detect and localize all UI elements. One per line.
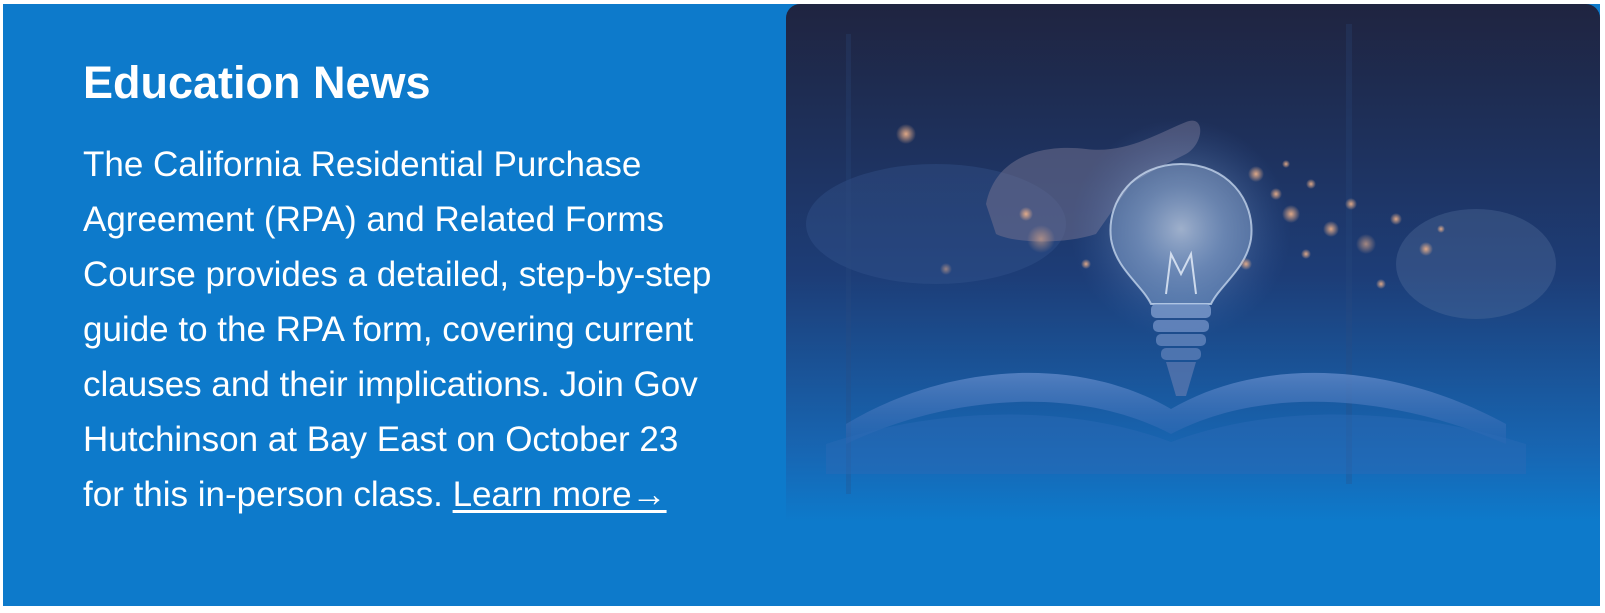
section-title: Education News: [83, 57, 431, 108]
education-news-text: Education News The California Residentia…: [83, 54, 723, 522]
education-news-card: Education News The California Residentia…: [3, 4, 1600, 606]
section-body: The California Residential Purchase Agre…: [83, 137, 723, 522]
section-description: The California Residential Purchase Agre…: [83, 145, 712, 514]
lightbulb-over-open-book-icon: [786, 4, 1600, 606]
lightbulb-book-image: [786, 4, 1600, 606]
learn-more-link[interactable]: Learn more→: [453, 475, 667, 514]
